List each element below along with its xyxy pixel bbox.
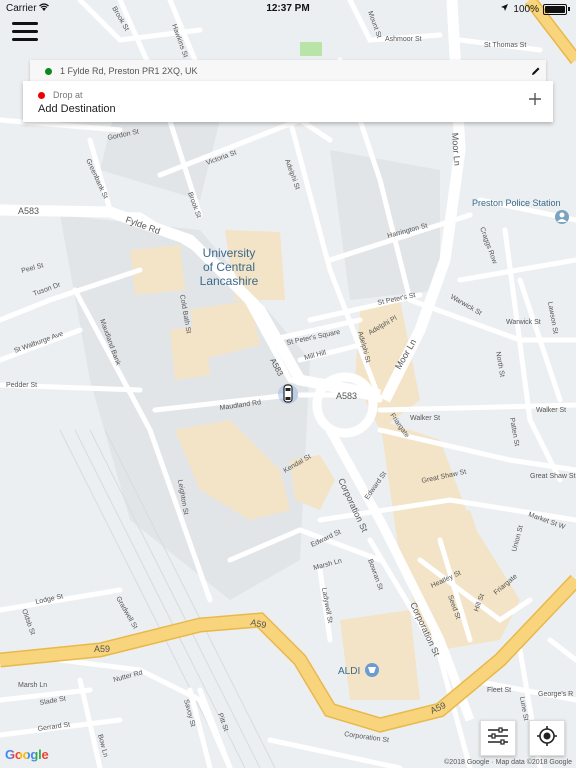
locate-me-button[interactable]: [529, 720, 565, 756]
pickup-dot-icon: [45, 67, 52, 75]
street-label: A59: [94, 644, 110, 654]
pickup-address: 1 Fylde Rd, Preston PR1 2XQ, UK: [60, 66, 198, 76]
street-label: George's R: [538, 691, 573, 698]
street-label: A583: [18, 206, 39, 216]
location-arrow-icon: [500, 3, 509, 15]
street-label: Walker St: [536, 407, 566, 414]
clock: 12:37 PM: [266, 3, 310, 14]
drop-dot-icon: [38, 92, 45, 99]
street-label: Marsh Ln: [18, 682, 47, 689]
status-bar: Carrier 12:37 PM 100%: [0, 0, 576, 18]
park-area: [300, 42, 322, 56]
street-label: Fleet St: [487, 687, 511, 694]
sliders-icon: [487, 726, 509, 751]
pickup-location-bar[interactable]: 1 Fylde Rd, Preston PR1 2XQ, UK: [30, 60, 546, 82]
google-logo: Google: [5, 747, 49, 762]
destination-field[interactable]: Drop at Add Destination: [23, 81, 553, 122]
campus-label-line2: of Central: [203, 260, 255, 274]
pencil-icon[interactable]: [526, 66, 546, 76]
street-label: A583: [336, 391, 357, 401]
battery-icon: [543, 3, 567, 15]
campus-label-line1: University: [203, 246, 256, 260]
filter-button[interactable]: [480, 720, 516, 756]
crosshair-icon: [536, 725, 558, 752]
shopping-icon[interactable]: [365, 663, 379, 677]
map-attribution[interactable]: ©2018 Google · Map data ©2018 Google: [444, 759, 572, 766]
car-marker-icon[interactable]: [278, 384, 298, 404]
street-label: Great Shaw St: [530, 473, 576, 480]
plus-icon[interactable]: [527, 91, 543, 107]
street-label: Warwick St: [506, 319, 541, 326]
campus-label-line3: Lancashire: [200, 274, 259, 288]
street-label: Pedder St: [6, 382, 37, 389]
destination-placeholder[interactable]: Add Destination: [38, 103, 116, 115]
poi-label-police: Preston Police Station: [472, 198, 561, 208]
battery-percent: 100%: [513, 3, 539, 15]
street-label: Ashmoor St: [385, 36, 422, 43]
street-label: Walker St: [410, 415, 440, 422]
poi-label-aldi: ALDI: [338, 666, 360, 677]
street-label: St Thomas St: [484, 42, 526, 49]
status-right: 100%: [500, 3, 570, 15]
police-station-icon[interactable]: [555, 210, 569, 224]
battery-tip: [568, 7, 570, 11]
hamburger-icon[interactable]: [12, 22, 38, 44]
drop-label: Drop at: [53, 90, 83, 100]
